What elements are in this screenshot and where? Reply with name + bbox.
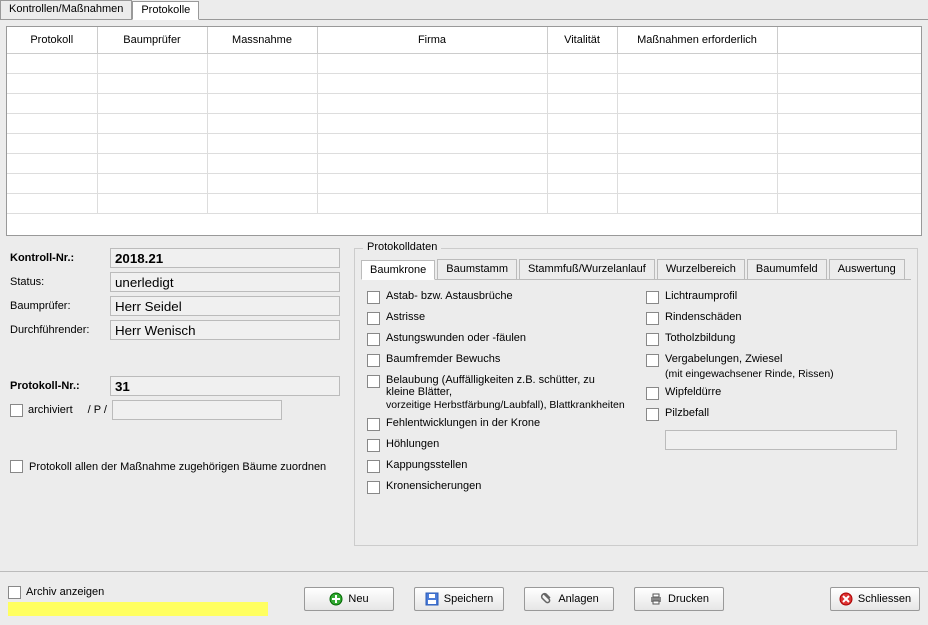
schliessen-button[interactable]: Schliessen: [830, 587, 920, 611]
chk-lichtraumprofil[interactable]: [646, 291, 659, 304]
protokolldaten-legend: Protokolldaten: [363, 241, 441, 253]
schliessen-label: Schliessen: [858, 593, 911, 605]
chk-vergabelungen-sub: (mit eingewachsener Rinde, Rissen): [665, 368, 905, 380]
table-row[interactable]: [7, 113, 921, 133]
protokoll-nr-field: [110, 376, 340, 396]
slashp-label: / P /: [88, 404, 107, 416]
close-icon: [839, 592, 853, 606]
col-firma[interactable]: Firma: [317, 27, 547, 53]
kontroll-nr-label: Kontroll-Nr.:: [10, 252, 110, 264]
chk-wipfelduerre-label: Wipfeldürre: [665, 386, 721, 398]
chk-astab-label: Astab- bzw. Astausbrüche: [386, 290, 513, 302]
archiv-anzeigen-checkbox[interactable]: [8, 586, 21, 599]
chk-pilzbefall-label: Pilzbefall: [665, 407, 709, 419]
chk-belaubung-label-a: Belaubung (Auffälligkeiten z.B. schütter…: [386, 374, 626, 398]
durchfuehrender-label: Durchführender:: [10, 324, 110, 336]
tab-kontrollen[interactable]: Kontrollen/Maßnahmen: [0, 0, 132, 19]
plus-icon: [329, 592, 343, 606]
tab-baumkrone[interactable]: Baumkrone: [361, 260, 435, 280]
left-form: Kontroll-Nr.: Status: Baumprüfer: Durchf…: [10, 248, 340, 562]
speichern-label: Speichern: [444, 593, 494, 605]
assign-checkbox[interactable]: [10, 460, 23, 473]
chk-astungswunden[interactable]: [367, 333, 380, 346]
col-vitalitaet[interactable]: Vitalität: [547, 27, 617, 53]
neu-label: Neu: [348, 593, 368, 605]
table-row[interactable]: [7, 173, 921, 193]
pilzbefall-field: [665, 430, 897, 450]
col-massnahmen-erf[interactable]: Maßnahmen erforderlich: [617, 27, 777, 53]
archiv-anzeigen-label: Archiv anzeigen: [26, 586, 104, 598]
baumpruefer-label: Baumprüfer:: [10, 300, 110, 312]
chk-belaubung[interactable]: [367, 375, 380, 388]
chk-col-right: Lichtraumprofil Rindenschäden Totholzbil…: [646, 290, 905, 501]
status-label: Status:: [10, 276, 110, 288]
table-row[interactable]: [7, 193, 921, 213]
tab-baumumfeld[interactable]: Baumumfeld: [747, 259, 827, 279]
chk-baumfremder[interactable]: [367, 354, 380, 367]
chk-wipfelduerre[interactable]: [646, 387, 659, 400]
chk-kappungsstellen[interactable]: [367, 460, 380, 473]
protocol-grid[interactable]: Protokoll Baumprüfer Massnahme Firma Vit…: [6, 26, 922, 236]
chk-fehlentwicklungen[interactable]: [367, 418, 380, 431]
chk-hoehlungen-label: Höhlungen: [386, 438, 439, 450]
status-strip: [8, 602, 268, 616]
chk-astrisse-label: Astrisse: [386, 311, 425, 323]
printer-icon: [649, 592, 663, 606]
assign-label: Protokoll allen der Maßnahme zugehörigen…: [29, 461, 326, 473]
chk-hoehlungen[interactable]: [367, 439, 380, 452]
tab-protokolle[interactable]: Protokolle: [132, 1, 199, 20]
chk-pilzbefall[interactable]: [646, 408, 659, 421]
chk-baumfremder-label: Baumfremder Bewuchs: [386, 353, 500, 365]
anlagen-button[interactable]: Anlagen: [524, 587, 614, 611]
tab-baumstamm[interactable]: Baumstamm: [437, 259, 517, 279]
slashp-field: [112, 400, 282, 420]
chk-kronensicherungen[interactable]: [367, 481, 380, 494]
table-row[interactable]: [7, 153, 921, 173]
kontroll-nr-field: [110, 248, 340, 268]
chk-astrisse[interactable]: [367, 312, 380, 325]
top-tabbar: Kontrollen/Maßnahmen Protokolle: [0, 0, 928, 20]
col-empty: [777, 27, 921, 53]
anlagen-label: Anlagen: [558, 593, 598, 605]
drucken-button[interactable]: Drucken: [634, 587, 724, 611]
chk-vergabelungen-label: Vergabelungen, Zwiesel: [665, 353, 782, 365]
drucken-label: Drucken: [668, 593, 709, 605]
chk-vergabelungen[interactable]: [646, 354, 659, 367]
chk-belaubung-label-b: vorzeitige Herbstfärbung/Laubfall), Blat…: [386, 399, 626, 411]
table-row[interactable]: [7, 93, 921, 113]
protokolldaten-fieldset: Protokolldaten Baumkrone Baumstamm Stamm…: [354, 248, 918, 546]
tab-auswertung[interactable]: Auswertung: [829, 259, 905, 279]
chk-fehlentwicklungen-label: Fehlentwicklungen in der Krone: [386, 417, 540, 429]
chk-rindenschaeden[interactable]: [646, 312, 659, 325]
col-baumpruefer[interactable]: Baumprüfer: [97, 27, 207, 53]
chk-totholzbildung-label: Totholzbildung: [665, 332, 735, 344]
chk-lichtraumprofil-label: Lichtraumprofil: [665, 290, 737, 302]
table-row[interactable]: [7, 73, 921, 93]
durchfuehrender-field: [110, 320, 340, 340]
chk-kronensicherungen-label: Kronensicherungen: [386, 480, 481, 492]
footer: Archiv anzeigen Neu Speichern Anlagen: [0, 571, 928, 625]
protokolldaten-tabs: Baumkrone Baumstamm Stammfuß/Wurzelanlau…: [361, 259, 911, 280]
col-protokoll[interactable]: Protokoll: [7, 27, 97, 53]
table-row[interactable]: [7, 53, 921, 73]
chk-col-left: Astab- bzw. Astausbrüche Astrisse Astung…: [367, 290, 626, 501]
status-field: [110, 272, 340, 292]
save-icon: [425, 592, 439, 606]
chk-astab[interactable]: [367, 291, 380, 304]
neu-button[interactable]: Neu: [304, 587, 394, 611]
chk-kappungsstellen-label: Kappungsstellen: [386, 459, 467, 471]
archiviert-label: archiviert: [28, 404, 73, 416]
chk-rindenschaeden-label: Rindenschäden: [665, 311, 741, 323]
chk-astungswunden-label: Astungswunden oder -fäulen: [386, 332, 526, 344]
attachment-icon: [539, 592, 553, 606]
archiviert-checkbox[interactable]: [10, 404, 23, 417]
table-row[interactable]: [7, 133, 921, 153]
chk-totholzbildung[interactable]: [646, 333, 659, 346]
tab-wurzelbereich[interactable]: Wurzelbereich: [657, 259, 745, 279]
speichern-button[interactable]: Speichern: [414, 587, 504, 611]
col-massnahme[interactable]: Massnahme: [207, 27, 317, 53]
baumpruefer-field: [110, 296, 340, 316]
tab-stammfuss[interactable]: Stammfuß/Wurzelanlauf: [519, 259, 655, 279]
protokoll-nr-label: Protokoll-Nr.:: [10, 380, 110, 392]
